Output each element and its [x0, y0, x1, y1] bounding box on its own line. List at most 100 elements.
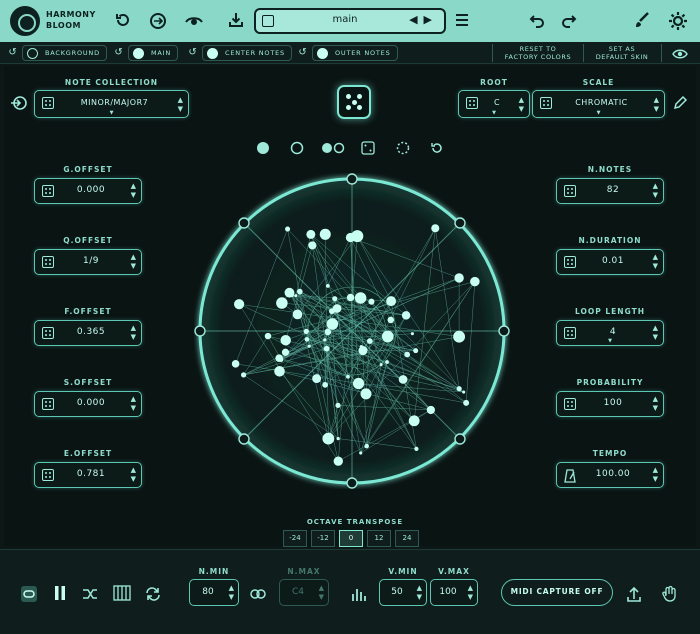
metronome-icon[interactable] [564, 468, 576, 487]
reset-layer-icon[interactable]: ↺ [296, 46, 310, 60]
dice-icon[interactable] [466, 97, 478, 109]
root-select[interactable]: C ▲ ▼ ▼ [458, 90, 530, 118]
stepper-icon[interactable]: ▲ ▼ [229, 584, 234, 602]
stepper-icon[interactable]: ▲ ▼ [131, 182, 136, 200]
mode-dice-icon[interactable] [361, 140, 375, 155]
n-duration-field[interactable]: 0.01 ▲ ▼ [556, 249, 664, 275]
dice-icon[interactable] [42, 398, 54, 410]
stepper-icon[interactable]: ▲ ▼ [178, 96, 183, 114]
n-min-field[interactable]: 80 ▲ ▼ [189, 579, 239, 606]
sync-icon[interactable] [148, 11, 168, 31]
link-icon[interactable] [249, 585, 267, 603]
stepper-icon[interactable]: ▲ ▼ [468, 584, 473, 602]
stepper-icon[interactable]: ▲ ▼ [319, 584, 324, 602]
g-offset-field[interactable]: 0.000 ▲ ▼ [34, 178, 142, 204]
reset-layer-icon[interactable]: ↺ [112, 46, 126, 60]
reset-factory-colors-button[interactable]: RESET TO FACTORY COLORS [497, 45, 579, 61]
dice-icon[interactable] [42, 97, 54, 109]
q-offset-field[interactable]: 1/9 ▲ ▼ [34, 249, 142, 275]
velocity-icon[interactable] [351, 585, 369, 603]
shuffle-icon[interactable] [81, 585, 99, 603]
dice-icon[interactable] [564, 256, 576, 268]
reset-layer-icon[interactable]: ↺ [186, 46, 200, 60]
loop-icon[interactable] [144, 585, 162, 603]
mode-dashed-circle-icon[interactable] [396, 140, 410, 155]
eye-icon[interactable] [184, 11, 204, 31]
import-icon[interactable] [10, 94, 28, 116]
e-offset-field[interactable]: 0.781 ▲ ▼ [34, 462, 142, 488]
dice-icon[interactable] [42, 327, 54, 339]
stepper-icon[interactable]: ▲ ▼ [131, 395, 136, 413]
piano-icon[interactable] [113, 585, 131, 603]
mode-reset-icon[interactable] [430, 140, 444, 154]
dice-icon[interactable] [564, 327, 576, 339]
octave-option[interactable]: 12 [367, 530, 391, 547]
stepper-icon[interactable]: ▲ ▼ [131, 466, 136, 484]
stepper-icon[interactable]: ▲ ▼ [653, 324, 658, 342]
octave-option[interactable]: -24 [283, 530, 307, 547]
n-notes-field[interactable]: 82 ▲ ▼ [556, 178, 664, 204]
f-offset-field[interactable]: 0.365 ▲ ▼ [34, 320, 142, 346]
layer-center-notes[interactable]: ↺ CENTER NOTES [186, 45, 292, 61]
scale-select[interactable]: CHROMATIC ▲ ▼ ▼ [532, 90, 665, 118]
stepper-icon[interactable]: ▲ ▼ [131, 253, 136, 271]
v-min-field[interactable]: 50 ▲ ▼ [379, 579, 427, 606]
dice-icon[interactable] [564, 185, 576, 197]
midi-capture-button[interactable]: MIDI CAPTURE OFF [501, 579, 613, 606]
s-offset-field[interactable]: 0.000 ▲ ▼ [34, 391, 142, 417]
note-collection-select[interactable]: MINOR/MAJOR7 ▲ ▼ ▼ [34, 90, 189, 118]
link-toggle-icon[interactable] [20, 585, 38, 603]
settings-icon[interactable] [668, 11, 688, 31]
stepper-icon[interactable]: ▲ ▼ [654, 96, 659, 114]
dice-icon[interactable] [42, 256, 54, 268]
pause-icon[interactable] [51, 585, 69, 603]
octave-option-selected[interactable]: 0 [339, 530, 363, 547]
stepper-icon[interactable]: ▲ ▼ [519, 96, 524, 114]
dice-icon[interactable] [564, 398, 576, 410]
octave-option[interactable]: 24 [395, 530, 419, 547]
stepper-icon[interactable]: ▲ ▼ [653, 466, 658, 484]
drag-hand-icon[interactable] [661, 585, 679, 603]
mode-double-circle-icon[interactable] [320, 140, 346, 154]
undo-icon[interactable] [527, 11, 547, 31]
dice-icon[interactable] [540, 97, 552, 109]
layer-chip[interactable]: CENTER NOTES [202, 45, 292, 61]
probability-field[interactable]: 100 ▲ ▼ [556, 391, 664, 417]
tempo-field[interactable]: 100.00 ▲ ▼ [556, 462, 664, 488]
brush-icon[interactable] [632, 11, 652, 31]
stepper-icon[interactable]: ▲ ▼ [131, 324, 136, 342]
preset-arrows[interactable]: ◀▶ [409, 13, 438, 26]
redo-icon[interactable] [559, 11, 579, 31]
mode-filled-circle-icon[interactable] [256, 140, 270, 154]
mode-hollow-circle-icon[interactable] [290, 140, 304, 155]
dice-icon[interactable] [42, 469, 54, 481]
layer-background[interactable]: ↺ BACKGROUND [6, 45, 107, 61]
stepper-icon[interactable]: ▲ ▼ [417, 584, 422, 602]
layer-chip[interactable]: OUTER NOTES [312, 45, 398, 61]
note-node [381, 330, 394, 343]
layer-chip[interactable]: MAIN [128, 45, 179, 61]
randomize-dice-button[interactable] [337, 85, 371, 119]
dice-icon[interactable] [262, 15, 274, 27]
stepper-icon[interactable]: ▲ ▼ [653, 395, 658, 413]
stepper-icon[interactable]: ▲ ▼ [653, 253, 658, 271]
layer-chip[interactable]: BACKGROUND [22, 45, 107, 61]
loop-length-field[interactable]: 4 ▲ ▼ ▼ [556, 320, 664, 346]
set-default-skin-button[interactable]: SET AS DEFAULT SKIN [588, 45, 656, 61]
layer-main[interactable]: ↺ MAIN [112, 45, 182, 61]
preset-selector[interactable]: main ◀▶ [254, 8, 446, 34]
octave-option[interactable]: -12 [311, 530, 335, 547]
reset-icon[interactable] [113, 11, 133, 31]
v-max-field[interactable]: 100 ▲ ▼ [430, 579, 478, 606]
dice-icon[interactable] [42, 185, 54, 197]
reset-layer-icon[interactable]: ↺ [6, 46, 20, 60]
menu-icon[interactable] [452, 11, 472, 31]
n-max-field[interactable]: C4 ▲ ▼ [279, 579, 329, 606]
pencil-icon[interactable] [672, 95, 688, 115]
save-icon[interactable] [226, 11, 246, 31]
eye-icon[interactable] [672, 46, 688, 65]
layer-outer-notes[interactable]: ↺ OUTER NOTES [296, 45, 398, 61]
stepper-icon[interactable]: ▲ ▼ [653, 182, 658, 200]
note-wheel[interactable] [194, 173, 510, 489]
export-icon[interactable] [625, 585, 643, 603]
